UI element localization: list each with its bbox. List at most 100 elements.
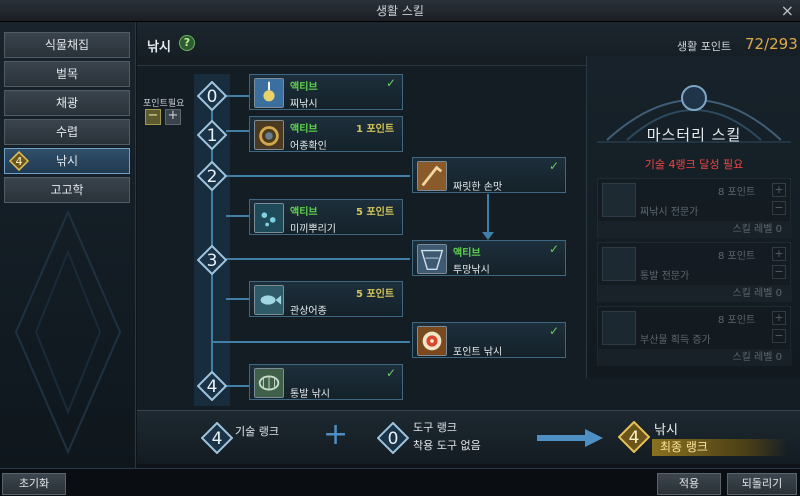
sidebar-item-label: 채광 <box>55 96 79 110</box>
tool-rank-badge: 0 <box>377 422 409 454</box>
mastery-requirement: 기술 4랭크 달성 필요 <box>644 158 744 171</box>
skill-active-tag: 액티브 <box>290 124 318 135</box>
mastery-skill-name: 통발 전문가 <box>640 271 690 282</box>
skill-node-ornamental-fish[interactable]: 5 포인트 관상어종 <box>249 281 403 317</box>
mastery-plus-button[interactable]: + <box>772 183 786 197</box>
ornamental-fish-icon <box>254 285 284 315</box>
final-rank: 최종 랭크 4 낚시 <box>618 415 788 459</box>
window-title: 생활 스킬 <box>376 4 424 18</box>
skill-node-bait-scatter[interactable]: 액티브 5 포인트 미끼뿌리기 <box>249 199 403 235</box>
skill-name: 미끼뿌리기 <box>290 224 336 235</box>
rank-3-badge: 3 <box>197 245 227 275</box>
svg-text:2: 2 <box>207 167 218 187</box>
mastery-skill-byproduct[interactable]: 8 포인트 부산물 획득 증가 + − 스킬 레벨 0 <box>597 306 792 366</box>
life-points-label: 생활 포인트 <box>677 40 732 53</box>
learned-check-icon: ✓ <box>548 242 559 256</box>
mastery-skill-level: 스킬 레벨 0 <box>598 285 792 302</box>
byproduct-icon <box>602 311 636 345</box>
revert-button[interactable]: 되돌리기 <box>727 473 797 495</box>
window-titlebar: 생활 스킬 × <box>0 0 800 22</box>
svg-text:0: 0 <box>207 87 218 107</box>
learned-check-icon: ✓ <box>385 366 396 380</box>
skill-name: 짜릿한 손맛 <box>453 182 503 193</box>
arrow-right-icon <box>537 429 603 447</box>
skill-name: 찌낚시 <box>290 99 318 110</box>
points-plus-button[interactable]: + <box>165 109 181 125</box>
skill-points-cost: 5 포인트 <box>356 207 395 218</box>
mastery-minus-button[interactable]: − <box>772 265 786 279</box>
sidebar-item-label: 수렵 <box>55 125 79 139</box>
apply-button[interactable]: 적용 <box>657 473 721 495</box>
reset-button[interactable]: 초기화 <box>2 473 66 495</box>
mastery-plus-button[interactable]: + <box>772 311 786 325</box>
mastery-skill-points: 8 포인트 <box>718 187 756 198</box>
mastery-plus-button[interactable]: + <box>772 247 786 261</box>
rank-badge-icon: 4 <box>9 151 29 171</box>
tool-rank-label: 도구 랭크 <box>413 421 457 434</box>
svg-text:4: 4 <box>212 429 223 449</box>
sidebar-item-hunting[interactable]: 수렵 <box>4 119 130 145</box>
sidebar-item-mining[interactable]: 채광 <box>4 90 130 116</box>
net-fishing-icon <box>417 244 447 274</box>
mastery-emblem-icon <box>597 85 791 143</box>
mastery-panel: 마스터리 스킬 기술 4랭크 달성 필요 8 포인트 찌낚시 전문가 + − 스… <box>586 56 800 378</box>
skill-name: 어종확인 <box>290 141 327 152</box>
sidebar-item-label: 벌목 <box>55 67 79 81</box>
skill-node-net-fishing[interactable]: 액티브 투망낚시 ✓ <box>412 240 566 276</box>
final-rank-label: 최종 랭크 <box>652 439 788 456</box>
skill-rank-badge: 4 <box>201 422 233 454</box>
mastery-title: 마스터리 스킬 <box>646 126 742 144</box>
svg-text:4: 4 <box>16 155 23 168</box>
skill-active-tag: 액티브 <box>290 207 318 218</box>
skill-name: 관상어종 <box>290 306 327 317</box>
bottom-bar: 초기화 적용 되돌리기 <box>0 468 800 496</box>
mastery-minus-button[interactable]: − <box>772 201 786 215</box>
mastery-skill-float-expert[interactable]: 8 포인트 찌낚시 전문가 + − 스킬 레벨 0 <box>597 178 792 238</box>
skill-node-trap-fishing[interactable]: 통발 낚시 ✓ <box>249 364 403 400</box>
sidebar-item-logging[interactable]: 벌목 <box>4 61 130 87</box>
sidebar-item-label: 낚시 <box>55 154 79 168</box>
learned-check-icon: ✓ <box>385 76 396 90</box>
skill-points-cost: 1 포인트 <box>356 124 395 135</box>
help-icon[interactable]: ? <box>179 35 195 51</box>
mastery-skill-points: 8 포인트 <box>718 315 756 326</box>
skill-active-tag: 액티브 <box>453 248 481 259</box>
skill-node-float-fishing[interactable]: 액티브 찌낚시 ✓ <box>249 74 403 110</box>
skill-node-thrilling-catch[interactable]: 짜릿한 손맛 ✓ <box>412 157 566 193</box>
skill-node-point-fishing[interactable]: 포인트 낚시 ✓ <box>412 322 566 358</box>
species-check-icon <box>254 120 284 150</box>
svg-text:4: 4 <box>629 428 640 448</box>
page-title: 낚시 <box>147 40 171 55</box>
points-minus-button[interactable]: − <box>145 109 161 125</box>
point-fishing-target-icon <box>417 326 447 356</box>
sidebar-emblem-decoration <box>14 209 122 455</box>
sidebar-item-label: 식물채집 <box>44 38 90 52</box>
rank-4-badge: 4 <box>197 371 227 401</box>
sidebar-item-label: 고고학 <box>50 183 84 197</box>
tool-equipped-status: 착용 도구 없음 <box>413 439 481 452</box>
sidebar: 식물채집 벌목 채광 수렵 4 낚시 고고학 <box>0 22 136 468</box>
mastery-skill-points: 8 포인트 <box>718 251 756 262</box>
mastery-minus-button[interactable]: − <box>772 329 786 343</box>
mastery-skill-level: 스킬 레벨 0 <box>598 221 792 238</box>
plus-sign-icon: + <box>323 417 349 452</box>
sidebar-item-fishing[interactable]: 4 낚시 <box>4 148 130 174</box>
rank-1-badge: 1 <box>197 120 227 150</box>
skill-name: 통발 낚시 <box>290 389 330 400</box>
rank-0-badge: 0 <box>197 81 227 111</box>
skill-name: 투망낚시 <box>453 265 490 276</box>
skill-active-tag: 액티브 <box>290 82 318 93</box>
bait-scatter-icon <box>254 203 284 233</box>
mastery-skill-trap-expert[interactable]: 8 포인트 통발 전문가 + − 스킬 레벨 0 <box>597 242 792 302</box>
mastery-skill-name: 찌낚시 전문가 <box>640 207 699 218</box>
thrilling-catch-icon <box>417 161 447 191</box>
sidebar-item-gathering[interactable]: 식물채집 <box>4 32 130 58</box>
mastery-skill-level: 스킬 레벨 0 <box>598 349 792 366</box>
float-fishing-icon <box>254 78 284 108</box>
trap-fishing-icon <box>254 368 284 398</box>
sidebar-item-archaeology[interactable]: 고고학 <box>4 177 130 203</box>
close-icon[interactable]: × <box>781 0 794 22</box>
life-points-value: 72/293 <box>745 35 798 53</box>
final-rank-badge: 4 <box>618 421 650 453</box>
skill-node-species-check[interactable]: 액티브 1 포인트 어종확인 <box>249 116 403 152</box>
